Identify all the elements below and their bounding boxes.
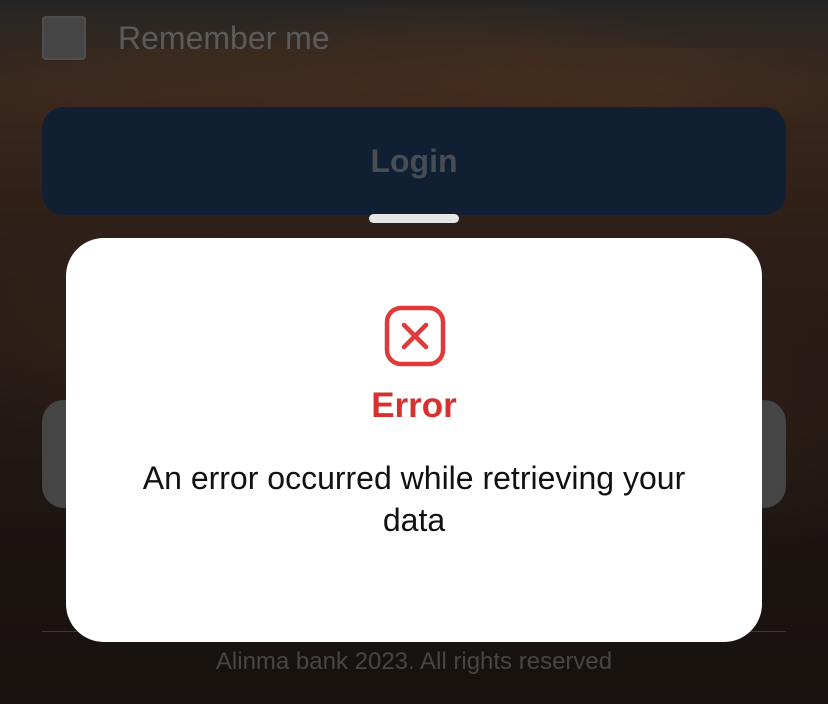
sheet-drag-handle[interactable] [369, 214, 459, 223]
error-x-icon [384, 305, 446, 367]
error-message: An error occurred while retrieving your … [142, 460, 686, 538]
error-dialog [66, 238, 762, 642]
error-title: Error [371, 386, 457, 425]
